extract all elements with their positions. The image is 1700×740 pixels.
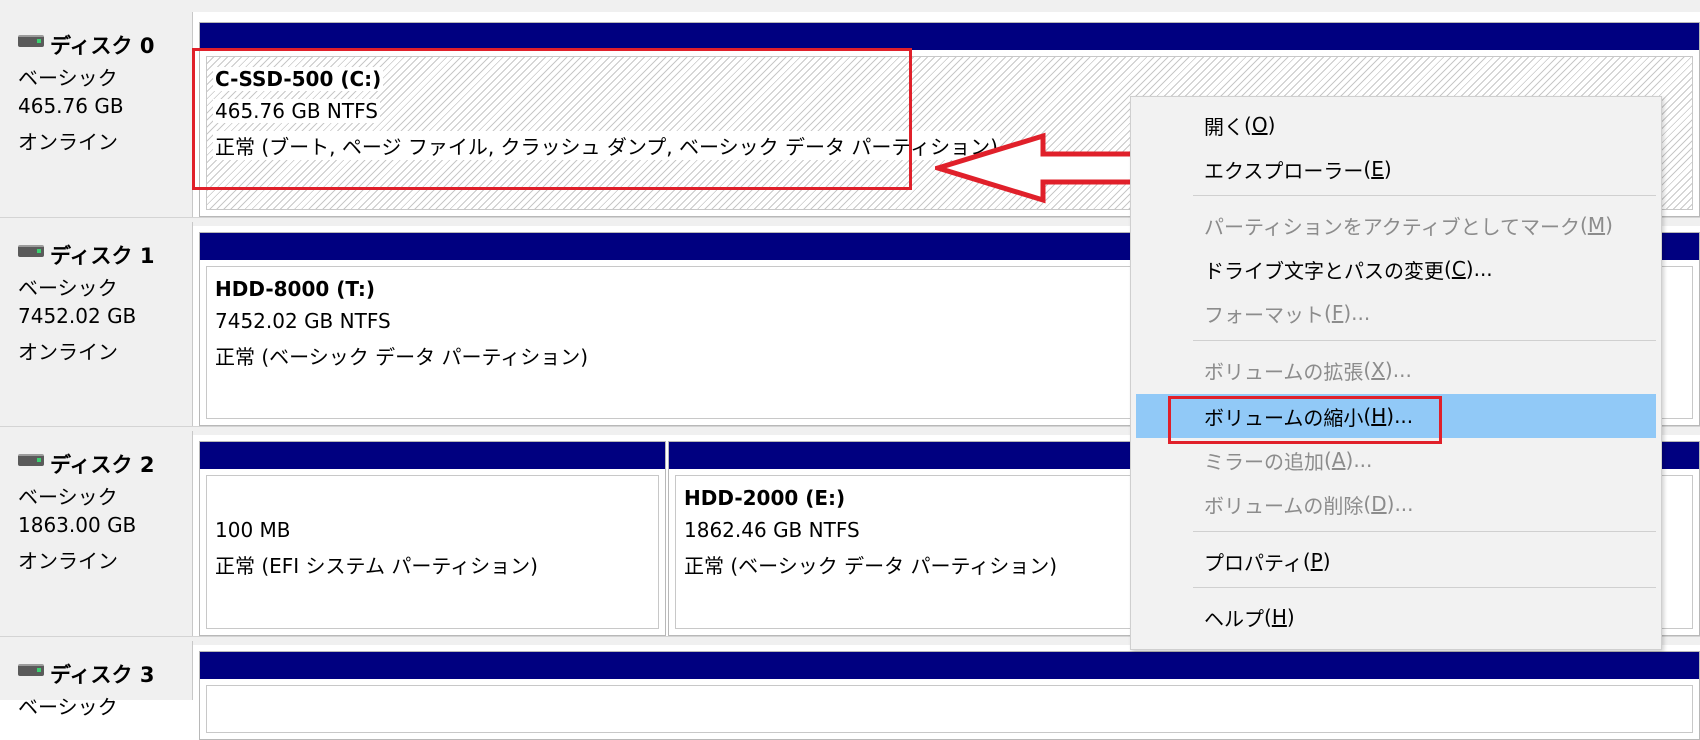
menu-item-label: エクスプローラー xyxy=(1204,158,1364,183)
hard-drive-icon xyxy=(18,245,44,257)
menu-item-format: フォーマット(F)... xyxy=(1136,291,1656,335)
disk-type: ベーシック xyxy=(18,485,118,509)
menu-item-add-mirror: ミラーの追加(A)... xyxy=(1136,438,1656,482)
menu-item-help[interactable]: ヘルプ(H) xyxy=(1136,595,1656,639)
menu-item-label: プロパティ xyxy=(1204,550,1303,575)
menu-item-accelerator: F xyxy=(1331,301,1344,325)
partition-body xyxy=(206,685,1693,733)
partition-state: 正常 (ベーシック データ パーティション) xyxy=(684,554,1058,578)
annotation-menu-highlight-box xyxy=(1168,396,1442,444)
annotation-arrow-icon xyxy=(935,132,1150,204)
menu-separator xyxy=(1193,340,1656,341)
disk-title: ディスク 0 xyxy=(18,30,154,60)
disk-info-3[interactable]: ディスク 3 ベーシック xyxy=(0,641,193,719)
disk-title-label: ディスク 3 xyxy=(50,663,155,687)
partition-size-fs: 1862.46 GB NTFS xyxy=(684,518,860,542)
disk-size: 465.76 GB xyxy=(18,94,124,118)
disk-size: 1863.00 GB xyxy=(18,513,137,537)
partition-efi[interactable]: 100 MB 正常 (EFI システム パーティション) xyxy=(199,441,666,636)
disk-type: ベーシック xyxy=(18,66,118,90)
menu-item-suffix: ... xyxy=(1392,358,1412,382)
menu-item-accelerator: C xyxy=(1451,257,1466,281)
menu-item-accelerator: E xyxy=(1371,157,1384,181)
disk-title-label: ディスク 1 xyxy=(50,244,155,268)
hard-drive-icon xyxy=(18,664,44,676)
partition-name: HDD-2000 (E:) xyxy=(684,486,846,510)
menu-separator xyxy=(1193,587,1656,588)
disk-status: オンライン xyxy=(18,549,118,573)
context-menu: 開く(O) エクスプローラー(E) パーティションをアクティブとしてマーク(M)… xyxy=(1130,96,1662,650)
disk-title-label: ディスク 2 xyxy=(50,453,155,477)
partition-state: 正常 (EFI システム パーティション) xyxy=(215,554,538,578)
menu-item-suffix: ... xyxy=(1353,448,1373,472)
menu-item-accelerator: O xyxy=(1251,113,1268,137)
menu-item-label: ヘルプ xyxy=(1204,606,1264,631)
menu-item-accelerator: M xyxy=(1587,213,1606,237)
partition-header xyxy=(200,23,1699,50)
disk-title-label: ディスク 0 xyxy=(50,34,155,58)
menu-item-accelerator: X xyxy=(1371,358,1385,382)
disk-size: 7452.02 GB xyxy=(18,304,137,328)
partition-header xyxy=(200,652,1699,679)
menu-separator xyxy=(1193,531,1656,532)
disk-info-1[interactable]: ディスク 1 ベーシック 7452.02 GB オンライン xyxy=(0,222,193,426)
disk-title: ディスク 2 xyxy=(18,449,154,479)
menu-item-suffix: ... xyxy=(1394,492,1414,516)
disk-title: ディスク 1 xyxy=(18,240,154,270)
partition-size-fs: 100 MB xyxy=(215,518,291,542)
disk-info-0[interactable]: ディスク 0 ベーシック 465.76 GB オンライン xyxy=(0,12,193,217)
menu-item-accelerator: H xyxy=(1271,605,1287,629)
menu-item-label: フォーマット xyxy=(1204,302,1324,327)
partition-area-3 xyxy=(199,651,1700,740)
partition-body: 100 MB 正常 (EFI システム パーティション) xyxy=(206,475,659,629)
menu-item-label: 開く xyxy=(1204,114,1244,139)
menu-item-change-drive-letter[interactable]: ドライブ文字とパスの変更(C)... xyxy=(1136,247,1656,291)
menu-item-suffix: ... xyxy=(1473,257,1493,281)
menu-item-label: ボリュームの拡張 xyxy=(1204,359,1364,384)
partition-name: HDD-8000 (T:) xyxy=(215,277,376,301)
partition-header xyxy=(200,442,665,469)
disk-status: オンライン xyxy=(18,340,118,364)
disk-type: ベーシック xyxy=(18,276,118,300)
menu-item-label: ミラーの追加 xyxy=(1204,449,1324,474)
top-strip xyxy=(0,0,1700,12)
menu-item-suffix: ... xyxy=(1351,301,1371,325)
hard-drive-icon xyxy=(18,35,44,47)
menu-item-label: ボリュームの削除 xyxy=(1204,493,1364,518)
disk-type: ベーシック xyxy=(18,695,118,719)
menu-item-open[interactable]: 開く(O) xyxy=(1136,103,1656,147)
menu-item-accelerator: P xyxy=(1310,549,1323,573)
menu-item-mark-active: パーティションをアクティブとしてマーク(M) xyxy=(1136,203,1656,247)
menu-item-properties[interactable]: プロパティ(P) xyxy=(1136,539,1656,583)
annotation-highlight-box xyxy=(192,48,912,190)
menu-item-explorer[interactable]: エクスプローラー(E) xyxy=(1136,147,1656,191)
disk-status: オンライン xyxy=(18,130,118,154)
menu-item-accelerator: D xyxy=(1371,492,1387,516)
partition-disk3[interactable] xyxy=(199,651,1700,740)
partition-size-fs: 7452.02 GB NTFS xyxy=(215,309,391,333)
menu-item-label: ドライブ文字とパスの変更 xyxy=(1204,258,1444,283)
menu-item-accelerator: A xyxy=(1331,448,1346,472)
menu-item-label: パーティションをアクティブとしてマーク xyxy=(1204,214,1580,239)
partition-state: 正常 (ベーシック データ パーティション) xyxy=(215,345,589,369)
hard-drive-icon xyxy=(18,454,44,466)
menu-item-delete-volume: ボリュームの削除(D)... xyxy=(1136,482,1656,526)
menu-item-extend-volume: ボリュームの拡張(X)... xyxy=(1136,348,1656,392)
disk-title: ディスク 3 xyxy=(18,659,154,689)
menu-separator xyxy=(1193,195,1656,196)
disk-info-2[interactable]: ディスク 2 ベーシック 1863.00 GB オンライン xyxy=(0,431,193,636)
